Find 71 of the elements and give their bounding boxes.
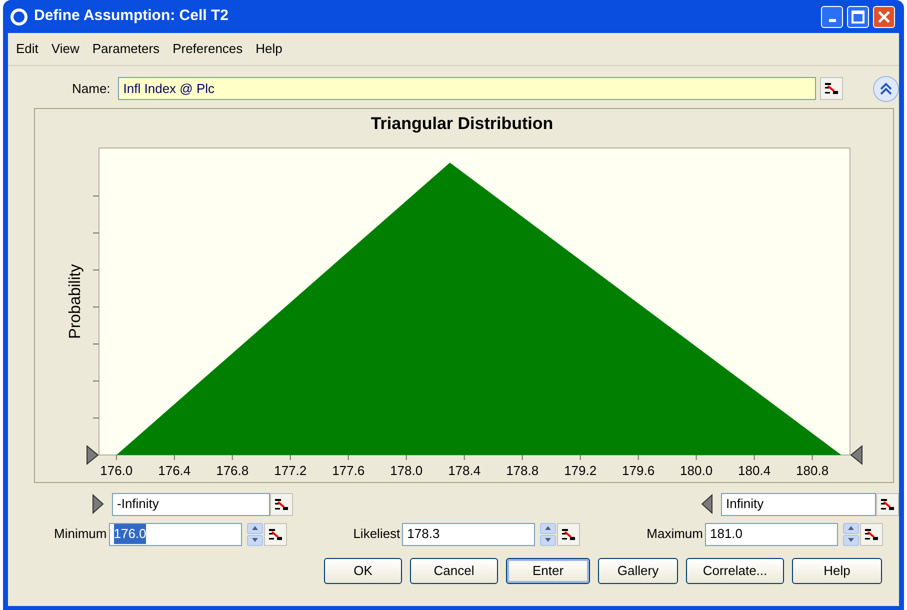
minimize-button[interactable] [821, 6, 843, 28]
window-title: Define Assumption: Cell T2 [34, 6, 228, 26]
dialog-button[interactable]: Correlate... [686, 558, 784, 584]
cell-reference-button[interactable] [557, 522, 580, 546]
close-button[interactable] [873, 6, 895, 28]
cell-reference-button[interactable] [860, 522, 883, 546]
down-arrow-icon [848, 538, 854, 542]
up-arrow-icon [545, 526, 552, 530]
name-field[interactable]: Infl Index @ Plc [118, 77, 816, 100]
parameter-label: Maximum [646, 525, 703, 544]
cell-reference-icon [268, 528, 283, 540]
cell-reference-icon [880, 498, 895, 510]
x-tick-label: 178.8 [506, 462, 539, 478]
up-arrow-icon [252, 526, 258, 530]
x-tick-label: 176.8 [216, 462, 249, 478]
spin-button[interactable] [246, 522, 264, 546]
minimum-handle-icon[interactable] [86, 444, 99, 465]
dialog-button[interactable]: Help [792, 558, 882, 584]
cell-reference-icon [274, 498, 289, 510]
cell-reference-button[interactable] [270, 492, 293, 516]
x-tick-label: 177.6 [332, 462, 365, 478]
x-tick-label: 179.6 [622, 462, 655, 478]
lower-bound-field[interactable]: -Infinity [112, 492, 270, 516]
dialog-button[interactable]: Cancel [410, 558, 498, 584]
parameter-field[interactable]: 181.0 [704, 522, 838, 546]
parameter-label: Minimum [54, 525, 107, 544]
spin-button[interactable] [539, 522, 558, 546]
cell-reference-icon [824, 82, 840, 95]
dialog-button[interactable]: Enter [506, 558, 590, 584]
menu-item[interactable]: Parameters [86, 37, 167, 60]
parameter-label: Likeliest [353, 525, 400, 544]
app-icon [10, 8, 28, 26]
cell-reference-icon [561, 528, 576, 540]
x-tick-label: 180.0 [680, 462, 713, 478]
chart-title: Triangular Distribution [370, 114, 554, 132]
x-tick-label: 176.0 [100, 462, 133, 478]
lower-bound-marker-icon [92, 494, 104, 514]
down-arrow-icon [252, 538, 258, 542]
down-arrow-icon [545, 538, 552, 542]
cell-reference-icon [864, 528, 879, 540]
x-tick-label: 180.8 [796, 462, 829, 478]
cell-reference-button[interactable] [264, 522, 287, 546]
menu-item[interactable]: Preferences [166, 37, 250, 60]
cell-reference-button[interactable] [820, 77, 844, 100]
maximum-handle-icon[interactable] [850, 444, 862, 465]
maximize-icon [851, 10, 865, 24]
up-arrow-icon [848, 526, 854, 530]
menu-item[interactable]: Help [250, 37, 290, 60]
double-chevron-up-icon [878, 80, 894, 96]
name-label: Name: [72, 80, 110, 98]
close-icon [877, 10, 891, 24]
cell-reference-button[interactable] [876, 492, 899, 516]
x-tick-label: 177.2 [274, 462, 307, 478]
x-tick-label: 179.2 [564, 462, 597, 478]
menu-item[interactable]: Edit [10, 37, 46, 60]
dialog-button[interactable]: OK [324, 558, 402, 584]
maximize-button[interactable] [847, 6, 869, 28]
dialog-button[interactable]: Gallery [598, 558, 678, 584]
collapse-button[interactable] [873, 76, 899, 102]
x-tick-label: 180.4 [738, 462, 771, 478]
x-tick-label: 176.4 [158, 462, 191, 478]
x-tick-label: 178.4 [448, 462, 481, 478]
upper-bound-marker-icon [701, 494, 713, 514]
x-tick-label: 178.0 [390, 462, 423, 478]
y-axis-label: Probability [67, 264, 84, 338]
menu-item[interactable]: View [45, 37, 86, 60]
spin-button[interactable] [842, 522, 860, 546]
parameter-field[interactable]: 178.3 [402, 522, 536, 546]
upper-bound-field[interactable]: Infinity [721, 492, 876, 516]
minimize-icon [828, 19, 836, 22]
parameter-field[interactable]: 176.0 [108, 522, 242, 546]
